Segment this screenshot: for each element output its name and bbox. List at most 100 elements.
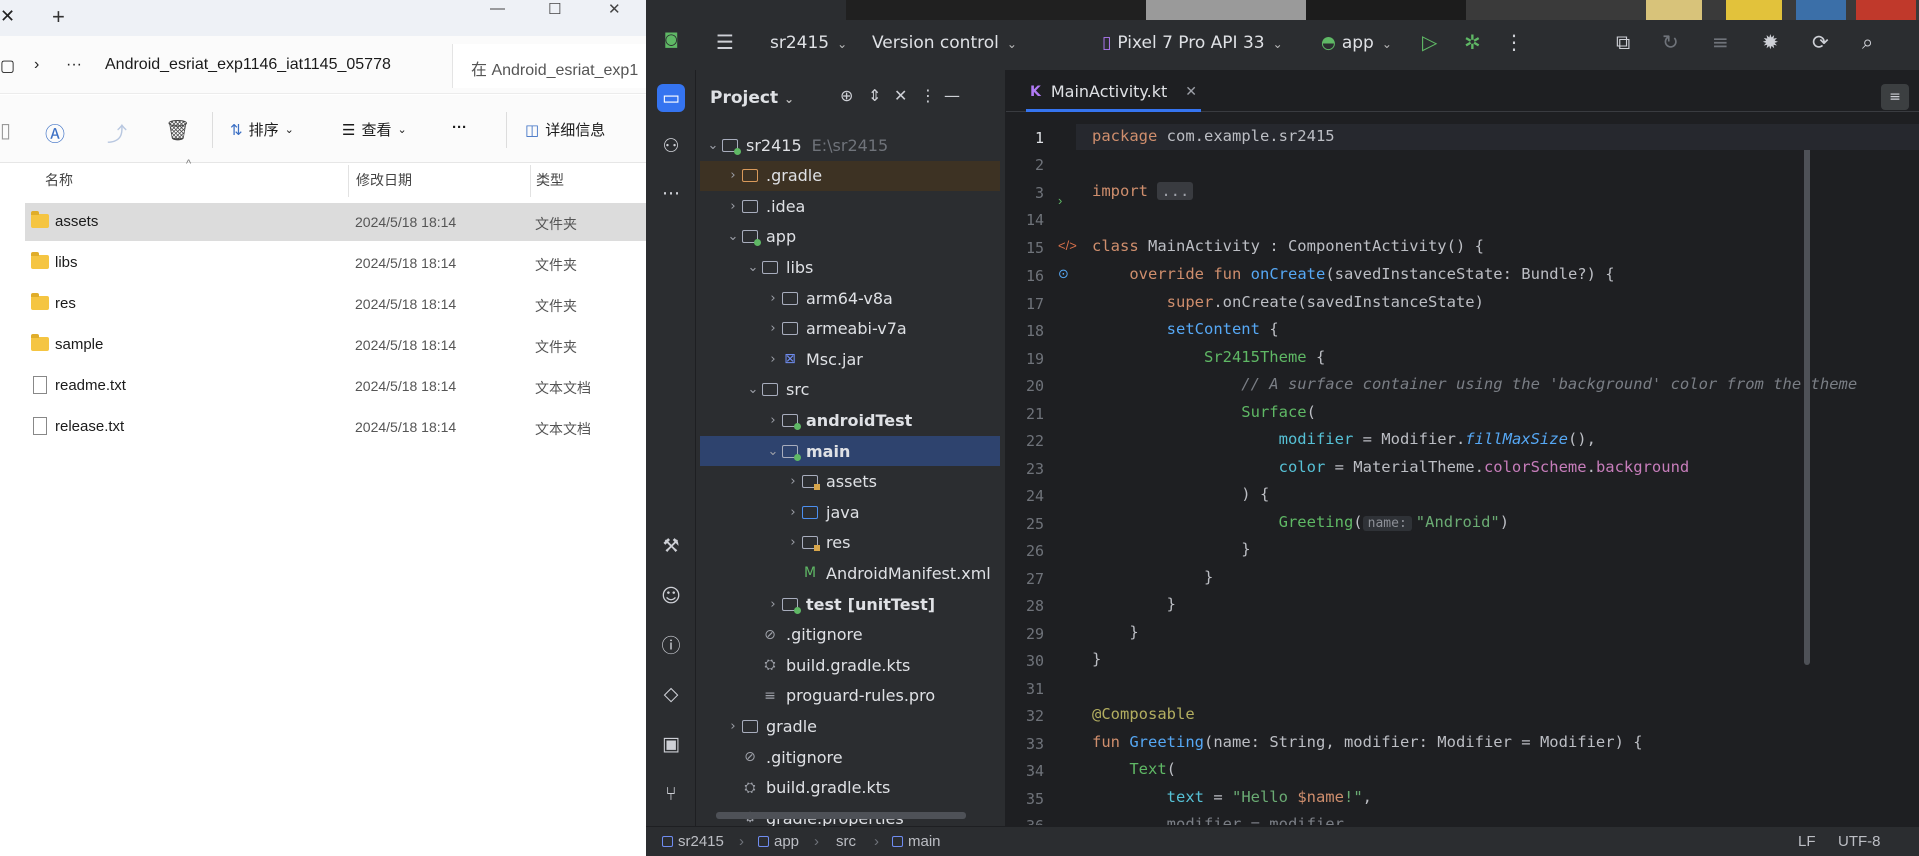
tree-item-main[interactable]: ⌄ main — [700, 436, 1000, 466]
chevron-right-icon[interactable]: › — [764, 291, 782, 306]
chevron-down-icon[interactable]: ⌄ — [744, 260, 762, 275]
terminal-icon[interactable]: ▣ — [657, 730, 685, 758]
more-tools-icon[interactable]: ··· — [657, 180, 685, 208]
debug-icon[interactable]: ✲ — [1464, 30, 1481, 54]
chevron-right-icon[interactable]: › — [784, 505, 802, 520]
details-pane-button[interactable]: ◫ 详细信息 — [525, 119, 605, 140]
share-icon[interactable]: ⤴ — [107, 118, 127, 147]
chevron-right-icon[interactable]: › — [724, 719, 742, 734]
expand-all-icon[interactable]: ⇕ — [868, 86, 881, 105]
delete-icon[interactable]: 🗑 — [165, 118, 190, 143]
tree-item-gradle[interactable]: › gradle — [724, 711, 817, 741]
compose-preview-icon[interactable]: </> — [1058, 238, 1077, 253]
tree-item-test[interactable]: › test [unitTest] — [764, 589, 935, 619]
resource-manager-icon[interactable]: ⚇ — [657, 132, 685, 160]
more-actions-icon[interactable]: ⋮ — [1504, 30, 1524, 54]
chevron-down-icon[interactable]: ⌄ — [764, 444, 782, 459]
column-header-date[interactable]: 修改日期 — [356, 170, 412, 190]
chevron-right-icon[interactable]: › — [724, 168, 742, 183]
gemini-icon[interactable]: ◇ — [657, 680, 685, 708]
tree-item-java[interactable]: › java — [784, 497, 859, 527]
hide-panel-icon[interactable]: — — [944, 86, 960, 105]
tree-item-proguard-rules-pro[interactable]: ≡ proguard-rules.pro — [744, 681, 935, 711]
tree-item-gitignore[interactable]: ⊘ .gitignore — [724, 742, 842, 772]
attach-debugger-icon[interactable]: ✹ — [1762, 30, 1779, 54]
locate-icon[interactable]: ⊕ — [840, 86, 853, 105]
sort-button[interactable]: ⇅ 排序 ⌄ — [230, 119, 294, 140]
apply-changes-icon[interactable]: ↻ — [1662, 30, 1679, 54]
chevron-right-icon[interactable]: › — [764, 352, 782, 367]
tree-item-idea[interactable]: › .idea — [724, 191, 805, 221]
maximize-icon[interactable]: ☐ — [548, 0, 561, 18]
tree-item-assets[interactable]: › assets — [784, 467, 877, 497]
fold-icon[interactable]: › — [1058, 193, 1062, 208]
file-row[interactable]: release.txt 2024/5/18 18:14 文本文档 — [25, 408, 650, 446]
file-row[interactable]: assets 2024/5/18 18:14 文件夹 — [25, 203, 650, 241]
tree-item-build-gradle-kts[interactable]: ⛭ build.gradle.kts — [744, 650, 910, 680]
device-manager-icon[interactable]: ⧉ — [1616, 30, 1630, 54]
view-button[interactable]: ☰ 查看 ⌄ — [342, 119, 407, 140]
build-icon[interactable]: ⚒ — [657, 532, 685, 560]
column-header-type[interactable]: 类型 — [536, 170, 564, 190]
chevron-right-icon[interactable]: › — [724, 199, 742, 214]
more-options-button[interactable]: ··· — [452, 119, 467, 136]
minimize-icon[interactable]: — — [490, 0, 505, 17]
breadcrumb-project[interactable]: sr2415 — [662, 833, 724, 850]
tree-item-app[interactable]: ⌄ app — [724, 222, 796, 252]
file-row[interactable]: res 2024/5/18 18:14 文件夹 — [25, 285, 650, 323]
version-control-menu[interactable]: Version control ⌄ — [872, 33, 1017, 53]
folded-imports[interactable]: ... — [1157, 182, 1194, 200]
chevron-down-icon[interactable]: ⌄ — [724, 229, 742, 244]
chevron-right-icon[interactable]: › — [764, 321, 782, 336]
tree-item-build-gradle-kts[interactable]: ⛭ build.gradle.kts — [724, 773, 890, 803]
column-divider[interactable] — [348, 165, 349, 197]
tab-list-menu-icon[interactable]: ≡ — [1881, 84, 1909, 110]
tree-item-res[interactable]: › res — [784, 528, 850, 558]
run-config-selector[interactable]: ◓ app ⌄ — [1321, 33, 1392, 53]
override-marker-icon[interactable]: ⊙ — [1058, 266, 1069, 282]
copy-icon[interactable]: ▯ — [0, 118, 11, 143]
apply-code-changes-icon[interactable]: ≡ — [1712, 30, 1729, 54]
panel-options-icon[interactable]: ⋮ — [920, 86, 936, 105]
problems-icon[interactable]: ⓘ — [657, 632, 685, 660]
tree-item-arm64-v8a[interactable]: › arm64-v8a — [764, 283, 892, 313]
tree-item-armeabi-v7a[interactable]: › armeabi-v7a — [764, 314, 906, 344]
chevron-right-icon[interactable]: › — [764, 413, 782, 428]
tree-item-androidtest[interactable]: › androidTest — [764, 405, 912, 435]
pc-icon[interactable]: ▢ — [0, 56, 15, 76]
breadcrumb-app[interactable]: app — [758, 833, 799, 850]
chevron-right-icon[interactable]: › — [764, 597, 782, 612]
tree-item-src[interactable]: ⌄ src — [744, 375, 810, 405]
collapse-all-icon[interactable]: ✕ — [894, 86, 907, 105]
file-row[interactable]: readme.txt 2024/5/18 18:14 文本文档 — [25, 367, 650, 405]
breadcrumb-current-folder[interactable]: Android_esriat_exp1146_iat1145_05778 — [105, 56, 391, 74]
tree-item-gradle[interactable]: › .gradle — [700, 160, 1000, 191]
file-row[interactable]: libs 2024/5/18 18:14 文件夹 — [25, 244, 650, 282]
search-box[interactable]: 在 Android_esriat_exp1 — [452, 44, 652, 88]
breadcrumb-chevron-icon[interactable]: › — [34, 56, 39, 74]
window-close-icon[interactable]: ✕ — [608, 0, 621, 18]
vertical-scrollbar[interactable] — [1804, 125, 1810, 665]
sync-gradle-icon[interactable]: ⟳ — [1812, 30, 1829, 54]
breadcrumb-main[interactable]: main — [892, 833, 941, 850]
run-icon[interactable]: ▷ — [1422, 30, 1437, 54]
rename-icon[interactable]: Ⓐ — [45, 118, 65, 147]
chevron-down-icon[interactable]: ⌄ — [744, 382, 762, 397]
close-icon[interactable]: ✕ — [1185, 84, 1197, 100]
project-tool-icon[interactable]: ▭ — [657, 84, 685, 112]
logcat-icon[interactable]: ☺ — [657, 582, 685, 610]
breadcrumb-more-icon[interactable]: ··· — [66, 56, 82, 74]
project-panel-title[interactable]: Project ⌄ — [710, 88, 794, 108]
chevron-right-icon[interactable]: › — [784, 474, 802, 489]
search-icon[interactable]: ⌕ — [1862, 30, 1873, 54]
file-encoding-indicator[interactable]: UTF-8 — [1838, 833, 1881, 850]
tree-item-androidmanifest-xml[interactable]: M AndroidManifest.xml — [784, 558, 991, 588]
horizontal-scrollbar[interactable] — [716, 812, 966, 819]
tree-item-gitignore[interactable]: ⊘ .gitignore — [744, 620, 862, 650]
breadcrumb-src[interactable]: src — [836, 833, 856, 850]
editor-tab-mainactivity[interactable]: K MainActivity.kt ✕ — [1026, 80, 1201, 112]
new-tab-button[interactable]: + — [52, 4, 65, 30]
line-separator-indicator[interactable]: LF — [1798, 833, 1816, 850]
git-icon[interactable]: ⑂ — [657, 780, 685, 808]
tree-item-libs[interactable]: ⌄ libs — [744, 252, 814, 282]
